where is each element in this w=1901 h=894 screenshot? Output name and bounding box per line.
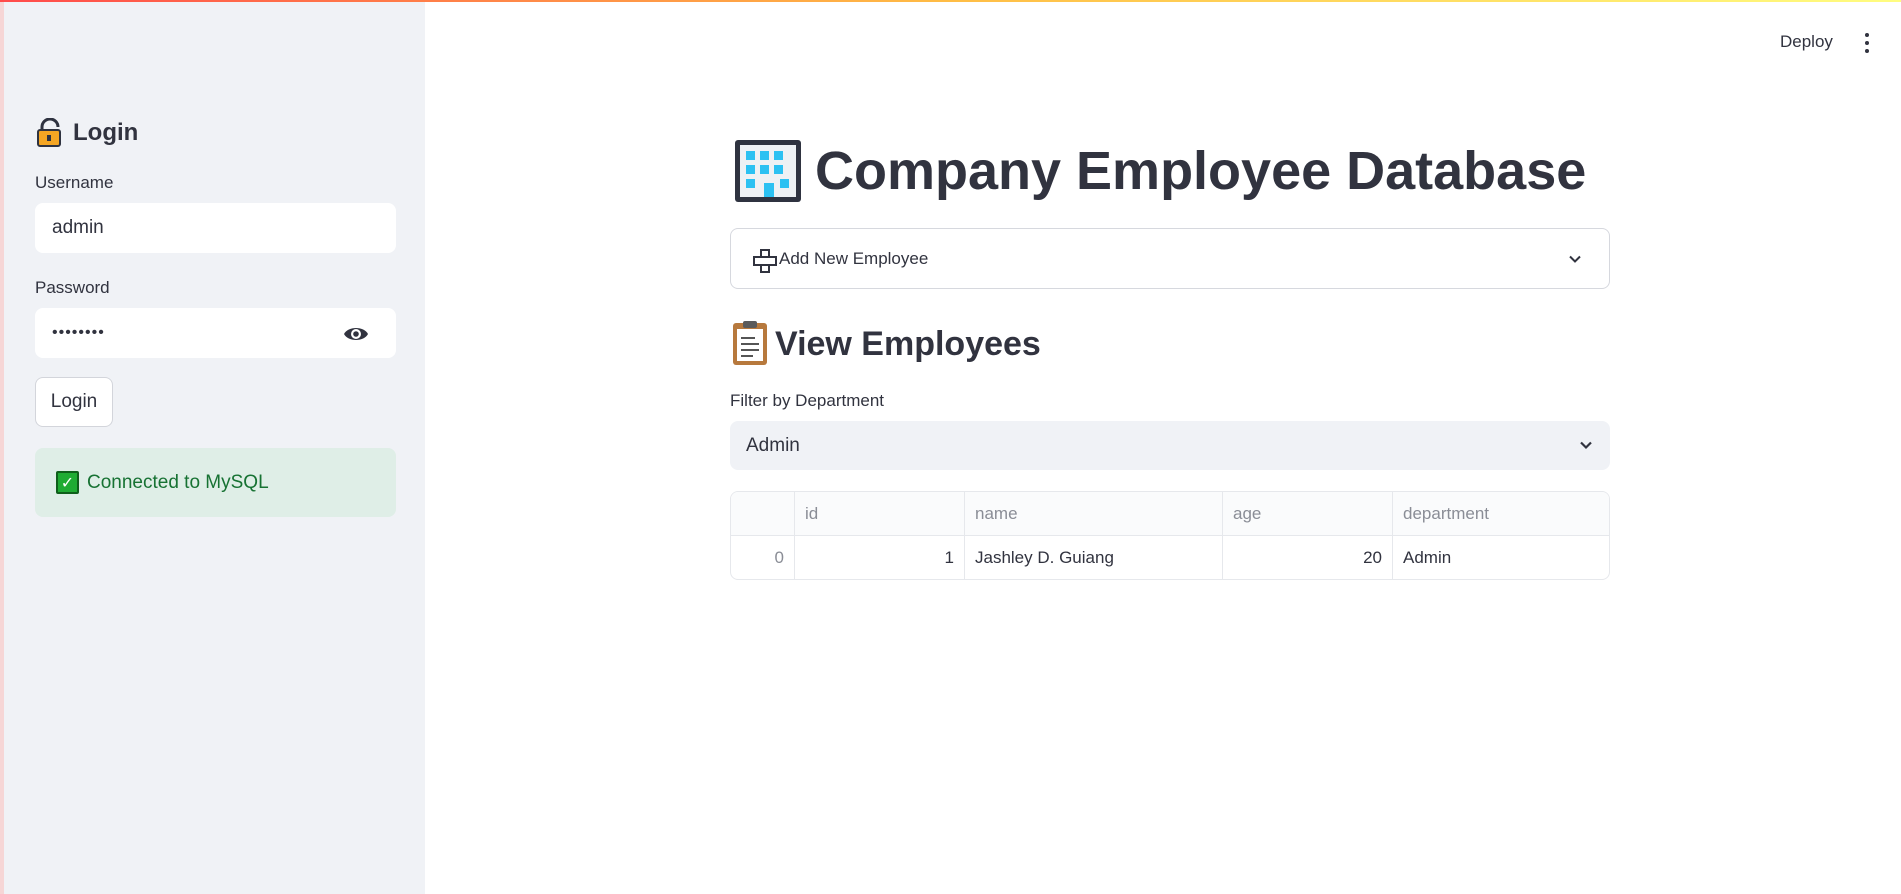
row-index: 0 bbox=[731, 536, 795, 579]
cell-age[interactable]: 20 bbox=[1223, 536, 1393, 579]
lock-icon bbox=[35, 117, 65, 148]
connection-status-alert: ✓ Connected to MySQL bbox=[35, 448, 396, 517]
login-heading: Login bbox=[35, 117, 139, 148]
add-employee-expander[interactable]: Add New Employee bbox=[730, 228, 1610, 289]
username-value: admin bbox=[52, 217, 104, 238]
login-button[interactable]: Login bbox=[35, 377, 113, 427]
section-title: View Employees bbox=[775, 324, 1041, 363]
sidebar: Login Username admin Password •••••••• L… bbox=[0, 0, 425, 894]
page-title: Company Employee Database bbox=[815, 141, 1587, 201]
password-label: Password bbox=[35, 278, 110, 297]
department-filter-label: Filter by Department bbox=[730, 391, 884, 410]
cell-name[interactable]: Jashley D. Guiang bbox=[965, 536, 1223, 579]
department-filter-value: Admin bbox=[746, 434, 800, 456]
column-header-age[interactable]: age bbox=[1223, 492, 1393, 535]
page-title-row: Company Employee Database bbox=[735, 140, 1586, 202]
login-title: Login bbox=[73, 119, 139, 146]
table-row[interactable]: 0 1 Jashley D. Guiang 20 Admin bbox=[731, 536, 1609, 579]
sidebar-edge bbox=[0, 0, 4, 894]
connection-status-text: Connected to MySQL bbox=[87, 471, 269, 493]
employees-table[interactable]: id name age department 0 1 Jashley D. Gu… bbox=[730, 491, 1610, 580]
deploy-button[interactable]: Deploy bbox=[1780, 32, 1833, 52]
plus-icon bbox=[753, 248, 777, 273]
cell-department[interactable]: Admin bbox=[1393, 536, 1609, 579]
password-input[interactable]: •••••••• bbox=[35, 308, 396, 358]
eye-icon[interactable] bbox=[343, 323, 369, 345]
chevron-down-icon bbox=[1578, 437, 1594, 453]
table-header-row: id name age department bbox=[731, 492, 1609, 536]
column-header-department[interactable]: department bbox=[1393, 492, 1609, 535]
department-filter-select[interactable]: Admin bbox=[730, 421, 1610, 470]
top-decoration-bar bbox=[0, 0, 1901, 2]
username-input[interactable]: admin bbox=[35, 203, 396, 253]
column-header-index bbox=[731, 492, 795, 535]
clipboard-icon bbox=[733, 321, 767, 365]
add-employee-label: Add New Employee bbox=[779, 248, 929, 268]
more-options-icon[interactable] bbox=[1862, 33, 1872, 53]
column-header-name[interactable]: name bbox=[965, 492, 1223, 535]
office-building-icon bbox=[735, 140, 801, 202]
password-value: •••••••• bbox=[52, 324, 105, 341]
column-header-id[interactable]: id bbox=[795, 492, 965, 535]
username-label: Username bbox=[35, 173, 114, 192]
checkmark-icon: ✓ bbox=[56, 471, 79, 494]
cell-id[interactable]: 1 bbox=[795, 536, 965, 579]
view-employees-heading: View Employees bbox=[733, 321, 1041, 365]
chevron-down-icon bbox=[1567, 251, 1583, 267]
